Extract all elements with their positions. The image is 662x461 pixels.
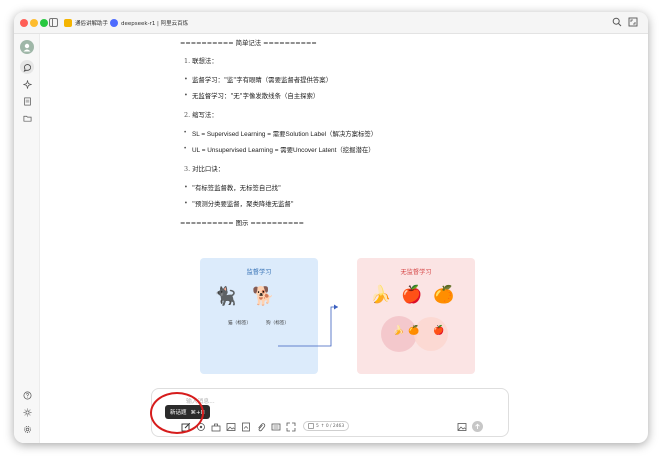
app-window: 通俗讲解助手 deepseek-r1 | 阿里云百炼 ========== 简单… <box>14 12 648 443</box>
section-divider-diagram: ========== 图示 ========== <box>180 219 304 227</box>
list-item: UL = Unsupervised Learning = 需要Uncover L… <box>184 145 375 154</box>
flow-arrow-icon <box>278 304 338 347</box>
list-item: 无监督学习："无"字像发散线条（自主探索） <box>184 91 319 100</box>
list-heading-text: 缩写法： <box>192 111 218 119</box>
gear-icon <box>23 425 31 433</box>
list-heading: 3. 对比口诀： <box>184 164 224 173</box>
notes-nav-item[interactable] <box>20 94 34 108</box>
help-nav-item[interactable] <box>20 388 34 402</box>
list-heading: 2. 缩写法： <box>184 110 218 119</box>
cat-icon: 🐈‍⬛ <box>214 286 237 307</box>
section-divider-simple: ========== 简单记法 ========== <box>180 39 317 47</box>
apple-cluster-icon: 🍎 <box>433 326 445 336</box>
folder-icon <box>23 115 31 122</box>
minimize-window-button[interactable] <box>30 19 38 27</box>
agents-nav-item[interactable] <box>20 77 34 91</box>
orange-icon: 🍊 <box>433 285 455 305</box>
arrow-up-icon <box>475 423 480 429</box>
sidebar-toggle-icon[interactable] <box>49 18 58 27</box>
image-attach-icon[interactable] <box>226 422 236 432</box>
zoom-window-button[interactable] <box>40 19 48 27</box>
image-generate-icon[interactable] <box>457 422 467 432</box>
expand-icon[interactable] <box>628 17 638 27</box>
files-nav-item[interactable] <box>20 111 34 125</box>
list-item: SL = Supervised Learning = 需要Solution La… <box>184 129 377 138</box>
unsupervised-title: 无监督学习 <box>400 269 432 276</box>
message-composer: 输入消息... 新话题 ⌘+N 5 ↑ 0 / 2463 <box>151 388 509 437</box>
list-heading-text: 联想法： <box>192 57 218 65</box>
toolbox-icon[interactable] <box>211 422 221 432</box>
context-count: 5 <box>316 423 319 429</box>
chat-bubble-icon <box>23 63 31 72</box>
list-item: "预测分类要监督，聚类降维无监督" <box>184 199 294 208</box>
token-counter[interactable]: 5 ↑ 0 / 2463 <box>303 421 350 431</box>
message-content: ========== 简单记法 ========== 1. 联想法： 监督学习：… <box>174 34 500 382</box>
send-button[interactable] <box>472 421 483 432</box>
avatar[interactable] <box>20 40 34 54</box>
cat-label: 猫（标签） <box>228 321 251 326</box>
search-icon[interactable] <box>612 17 622 27</box>
list-item: 监督学习："监"字有眼睛（需要监督者提供答案） <box>184 75 332 84</box>
sun-icon <box>23 408 31 416</box>
banana-icon: 🍌 <box>370 285 392 305</box>
banana-cluster-icon: 🍌 <box>393 326 405 336</box>
left-navigation-rail <box>14 34 40 443</box>
list-number: 2. <box>184 111 191 119</box>
tab-model[interactable]: deepseek-r1 | 阿里云百炼 <box>110 16 188 30</box>
deepseek-whale-icon <box>110 19 118 27</box>
tab-label: deepseek-r1 | 阿里云百炼 <box>121 21 189 27</box>
file-attach-icon[interactable] <box>241 422 251 432</box>
close-window-button[interactable] <box>20 19 28 27</box>
list-heading: 1. 联想法： <box>184 56 218 65</box>
assistant-emoji-icon <box>64 19 72 27</box>
apple-icon: 🍎 <box>401 285 423 305</box>
context-icon <box>308 423 314 429</box>
fullscreen-icon[interactable] <box>286 422 296 432</box>
orange-cluster-icon: 🍊 <box>408 326 420 336</box>
tab-assistant[interactable]: 通俗讲解助手 <box>64 16 108 30</box>
tab-label: 通俗讲解助手 <box>75 21 109 27</box>
theme-nav-item[interactable] <box>20 405 34 419</box>
token-usage: ↑ 0 / 2463 <box>320 423 345 429</box>
help-icon <box>23 391 31 399</box>
document-icon <box>23 97 31 105</box>
quick-phrases-icon[interactable] <box>271 422 281 432</box>
settings-nav-item[interactable] <box>20 422 34 436</box>
title-bar: 通俗讲解助手 deepseek-r1 | 阿里云百炼 <box>14 12 648 34</box>
chat-nav-item[interactable] <box>20 60 34 74</box>
dog-icon: 🐕 <box>252 286 275 307</box>
list-item: "有标签监督教，无标签自己找" <box>184 183 281 192</box>
supervised-title: 监督学习 <box>246 269 272 276</box>
paperclip-icon[interactable] <box>256 422 266 432</box>
avatar-face-icon <box>23 43 31 52</box>
highlight-annotation <box>150 392 204 434</box>
unsupervised-panel: 无监督学习 🍌 🍎 🍊 🍌 🍊 🍎 <box>357 258 475 374</box>
sparkle-icon <box>22 79 32 89</box>
list-number: 3. <box>184 165 191 173</box>
list-heading-text: 对比口诀： <box>192 165 225 173</box>
list-number: 1. <box>184 57 191 65</box>
